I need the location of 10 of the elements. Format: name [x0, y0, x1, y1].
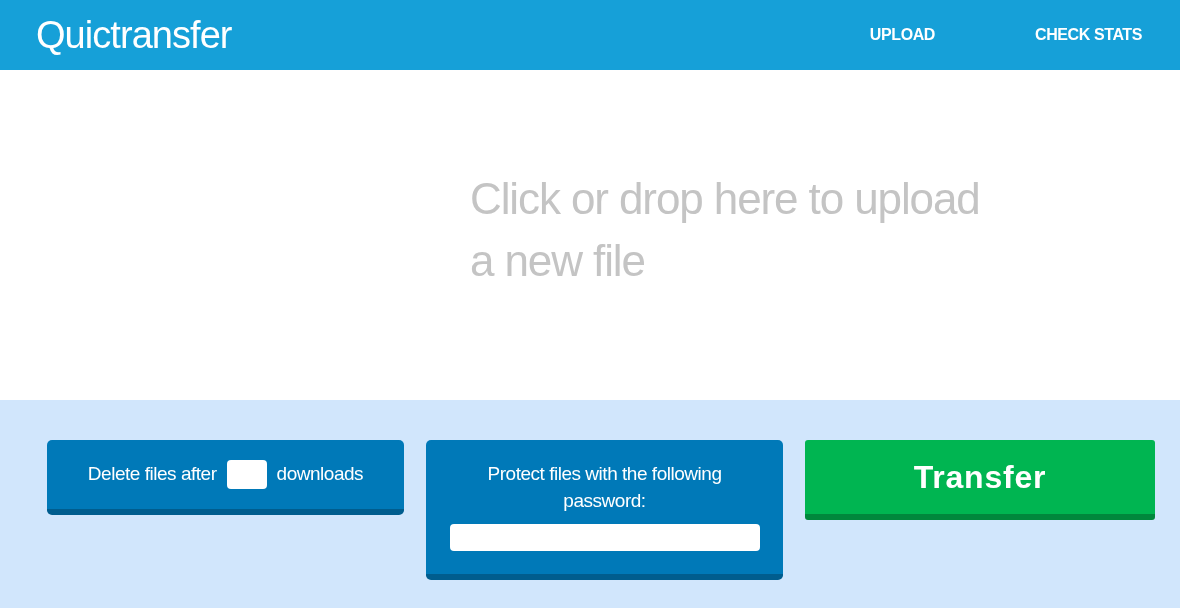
downloads-label: downloads	[276, 462, 364, 487]
nav-link[interactable]: CHECK STATS	[1035, 23, 1142, 47]
password-label: Protect files with the following password:	[486, 462, 723, 513]
transfer-button[interactable]: Transfer	[805, 440, 1155, 520]
dropzone-text: Click or drop here to upload a new file	[470, 173, 981, 287]
delete-label: Delete files after	[87, 462, 217, 487]
password-field[interactable]	[449, 524, 760, 551]
nav-link[interactable]: UPLOAD	[869, 23, 935, 47]
logo[interactable]: Quictransfer	[36, 6, 232, 64]
downloads-count-field[interactable]	[226, 460, 267, 489]
